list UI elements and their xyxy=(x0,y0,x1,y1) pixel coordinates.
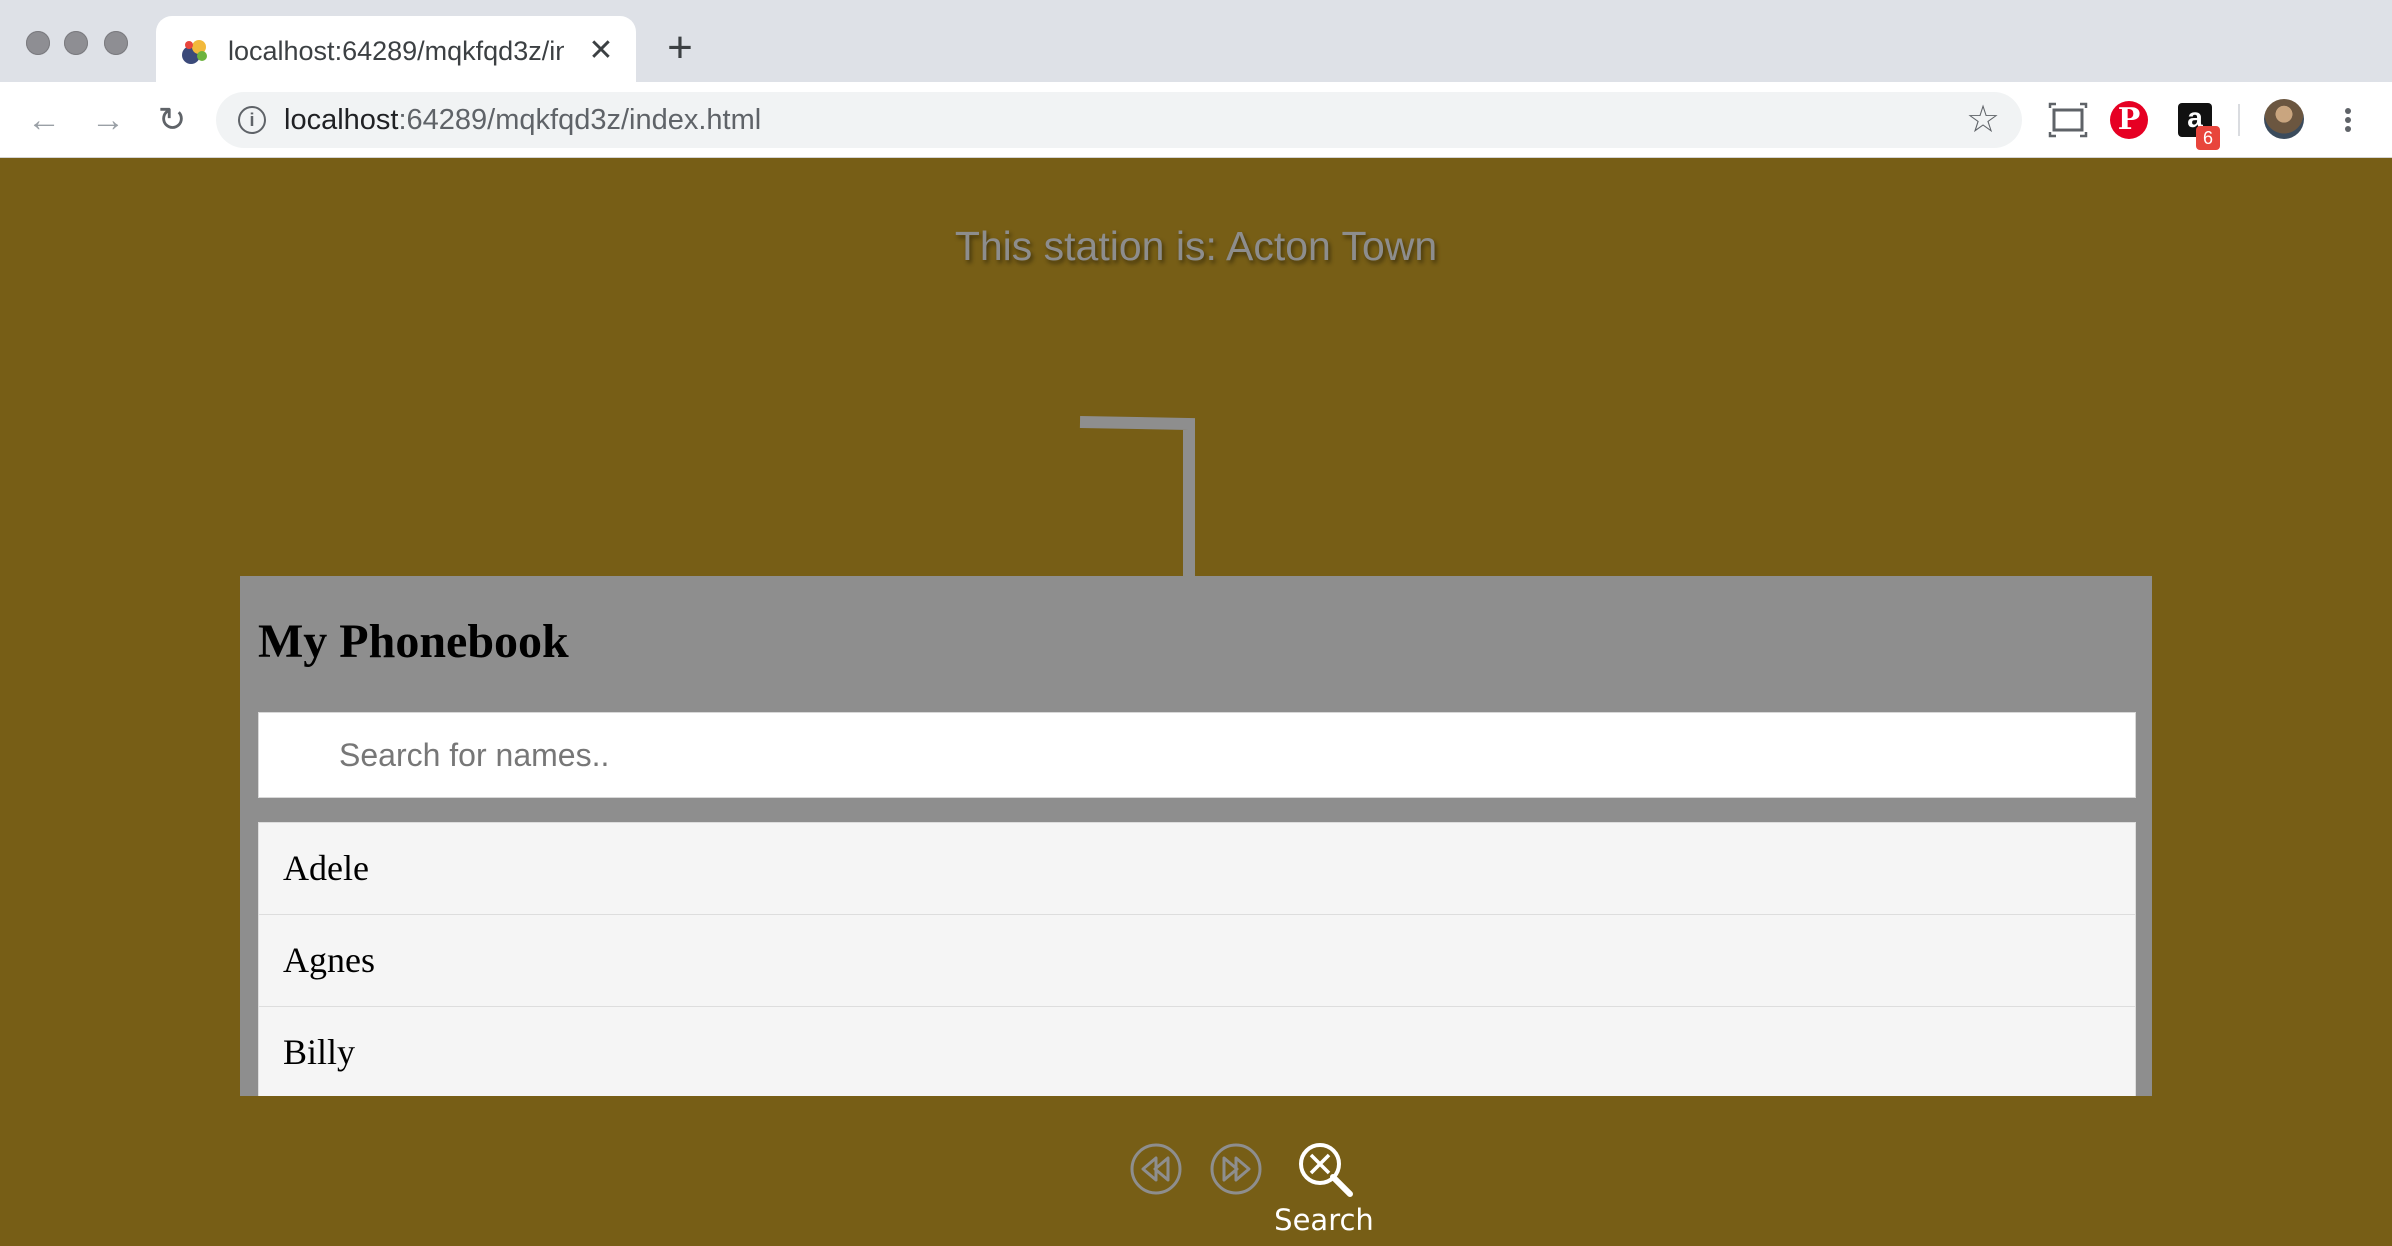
search-icon[interactable] xyxy=(1296,1140,1356,1200)
bookmark-star-icon[interactable]: ☆ xyxy=(1966,98,2000,142)
list-item-adele[interactable]: Adele xyxy=(258,822,2136,915)
address-bar[interactable]: i localhost:64289/mqkfqd3z/index.html ☆ xyxy=(216,92,2022,148)
fast-forward-icon[interactable] xyxy=(1209,1142,1263,1196)
station-heading: This station is: Acton Town xyxy=(954,223,1438,269)
browser-menu-icon[interactable] xyxy=(2336,98,2360,142)
tab-title: localhost:64289/mqkfqd3z/index.html xyxy=(228,36,564,66)
browser-toolbar: ← → ↻ i localhost:64289/mqkfqd3z/index.h… xyxy=(0,82,2392,158)
bottom-controls: Search xyxy=(0,1136,2392,1246)
tab-close-icon[interactable]: ✕ xyxy=(584,34,618,68)
back-arrow-icon[interactable]: ← xyxy=(22,98,66,142)
search-label[interactable]: Search xyxy=(1262,1202,1386,1238)
window-minimize-dot[interactable] xyxy=(64,31,88,55)
window-close-dot[interactable] xyxy=(26,31,50,55)
browser-tab[interactable]: localhost:64289/mqkfqd3z/index.html ✕ xyxy=(156,16,636,86)
favicon-icon xyxy=(182,40,207,64)
list-item-billy[interactable]: Billy xyxy=(258,1006,2136,1096)
profile-avatar[interactable] xyxy=(2264,99,2304,139)
window-zoom-dot[interactable] xyxy=(104,31,128,55)
forward-arrow-icon[interactable]: → xyxy=(86,98,130,142)
info-icon[interactable]: i xyxy=(238,106,266,134)
toolbar-separator xyxy=(2238,104,2240,136)
search-input[interactable] xyxy=(259,713,2135,797)
new-tab-button[interactable]: + xyxy=(660,26,700,70)
rewind-icon[interactable] xyxy=(1129,1142,1183,1196)
search-box xyxy=(258,712,2136,798)
browser-tab-strip: localhost:64289/mqkfqd3z/index.html ✕ + xyxy=(0,0,2392,86)
pinterest-icon[interactable]: P xyxy=(2110,101,2148,139)
phonebook-title: My Phonebook xyxy=(258,615,569,668)
name-list: Adele Agnes Billy xyxy=(258,822,2136,1096)
screen-capture-icon[interactable] xyxy=(2046,98,2090,142)
reload-icon[interactable]: ↻ xyxy=(150,98,194,142)
phonebook-panel: My Phonebook Adele Agnes Billy xyxy=(240,576,2152,1096)
list-item-agnes[interactable]: Agnes xyxy=(258,914,2136,1007)
amazon-badge: 6 xyxy=(2196,126,2220,150)
url-text[interactable]: localhost:64289/mqkfqd3z/index.html xyxy=(284,102,761,138)
